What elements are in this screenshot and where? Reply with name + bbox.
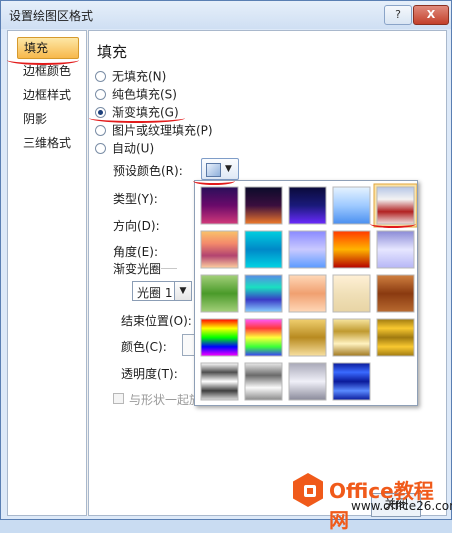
gradient-swatch-peacock[interactable]	[244, 274, 283, 313]
gradient-swatch-silver[interactable]	[288, 362, 327, 401]
annotation-underline	[89, 113, 185, 123]
radio-label: 无填充(N)	[112, 69, 167, 84]
gradient-swatch-fire[interactable]	[332, 230, 371, 269]
gradient-swatch-nightfall[interactable]	[288, 186, 327, 225]
gallery-swatches	[200, 183, 418, 401]
format-plot-area-dialog: 设置绘图区格式 ? X 填充 边框颜色 边框样式 阴影 三维格式 填充 无填充(…	[0, 0, 452, 532]
gradient-swatch-daybreak[interactable]	[332, 186, 371, 225]
section-title: 填充	[97, 43, 128, 61]
radio-label: 自动(U)	[112, 141, 155, 156]
chevron-down-icon: ▼	[225, 164, 232, 174]
gradient-swatch-brass[interactable]	[376, 318, 415, 357]
end-position-label: 结束位置(O):	[121, 314, 192, 328]
radio-indicator[interactable]	[95, 125, 106, 136]
gradient-swatch-ocean[interactable]	[244, 230, 283, 269]
gradient-swatch-rainbow[interactable]	[200, 318, 239, 357]
close-window-button[interactable]: X	[413, 5, 449, 25]
radio-indicator[interactable]	[95, 89, 106, 100]
radio-label: 纯色填充(S)	[112, 87, 177, 102]
rotate-with-shape-label: 与形状一起旋	[129, 393, 202, 407]
category-list: 填充 边框颜色 边框样式 阴影 三维格式	[7, 30, 87, 516]
watermark: Office教程网 www.office26.com	[289, 471, 452, 532]
gradient-swatch-gold[interactable]	[288, 318, 327, 357]
annotation-underline	[7, 55, 79, 65]
watermark-url: www.office26.com	[351, 499, 452, 513]
annotation-underline	[193, 177, 235, 185]
preset-gradient-gallery	[194, 180, 418, 406]
type-label: 类型(Y):	[113, 192, 158, 206]
radio-picture-fill[interactable]: 图片或纹理填充(P)	[95, 121, 213, 139]
gradient-swatch-late-sunset[interactable]	[244, 186, 283, 225]
annotation-underline	[370, 220, 416, 228]
gradient-swatch-sapphire[interactable]	[332, 362, 371, 401]
direction-label: 方向(D):	[113, 219, 160, 233]
help-button[interactable]: ?	[384, 5, 412, 25]
gradient-swatch-moss[interactable]	[200, 274, 239, 313]
preset-swatch	[206, 163, 221, 177]
rotate-with-shape-checkbox[interactable]	[113, 393, 124, 404]
gradient-swatch-calm-water[interactable]	[288, 230, 327, 269]
gradient-swatch-rainbow-2[interactable]	[244, 318, 283, 357]
radio-no-fill[interactable]: 无填充(N)	[95, 67, 166, 85]
nav-item-3d-format[interactable]: 三维格式	[17, 133, 77, 153]
gradient-swatch-mahogany[interactable]	[376, 274, 415, 313]
nav-item-border-style[interactable]: 边框样式	[17, 85, 77, 105]
transparency-label: 透明度(T):	[121, 367, 178, 381]
radio-solid-fill[interactable]: 纯色填充(S)	[95, 85, 177, 103]
gradient-swatch-early-sunset[interactable]	[200, 186, 239, 225]
window-title: 设置绘图区格式	[9, 9, 94, 23]
radio-indicator[interactable]	[95, 143, 106, 154]
radio-label: 图片或纹理填充(P)	[112, 123, 213, 138]
gradient-swatch-chrome[interactable]	[200, 362, 239, 401]
angle-label: 角度(E):	[113, 245, 158, 259]
office-logo-icon	[293, 473, 323, 507]
radio-automatic[interactable]: 自动(U)	[95, 139, 154, 157]
divider	[161, 268, 177, 269]
color-label: 颜色(C):	[121, 340, 167, 354]
title-bar[interactable]: 设置绘图区格式 ? X	[1, 1, 451, 29]
gradient-swatch-parchment[interactable]	[332, 274, 371, 313]
chevron-down-icon[interactable]: ▼	[174, 282, 191, 300]
gradient-stop-select[interactable]: 光圈 1 ▼	[132, 281, 192, 301]
nav-item-shadow[interactable]: 阴影	[17, 109, 77, 129]
preset-colors-label: 预设颜色(R):	[113, 164, 183, 178]
gradient-swatch-gold-2[interactable]	[332, 318, 371, 357]
stop-select-value: 光圈 1	[137, 286, 173, 300]
radio-indicator[interactable]	[95, 71, 106, 82]
gradient-swatch-horizon[interactable]	[376, 186, 415, 225]
gradient-swatch-fog[interactable]	[376, 230, 415, 269]
gradient-swatch-chrome-2[interactable]	[244, 362, 283, 401]
gradient-swatch-desert[interactable]	[200, 230, 239, 269]
gradient-swatch-wheat[interactable]	[288, 274, 327, 313]
gradient-stops-label: 渐变光圈	[113, 262, 162, 276]
